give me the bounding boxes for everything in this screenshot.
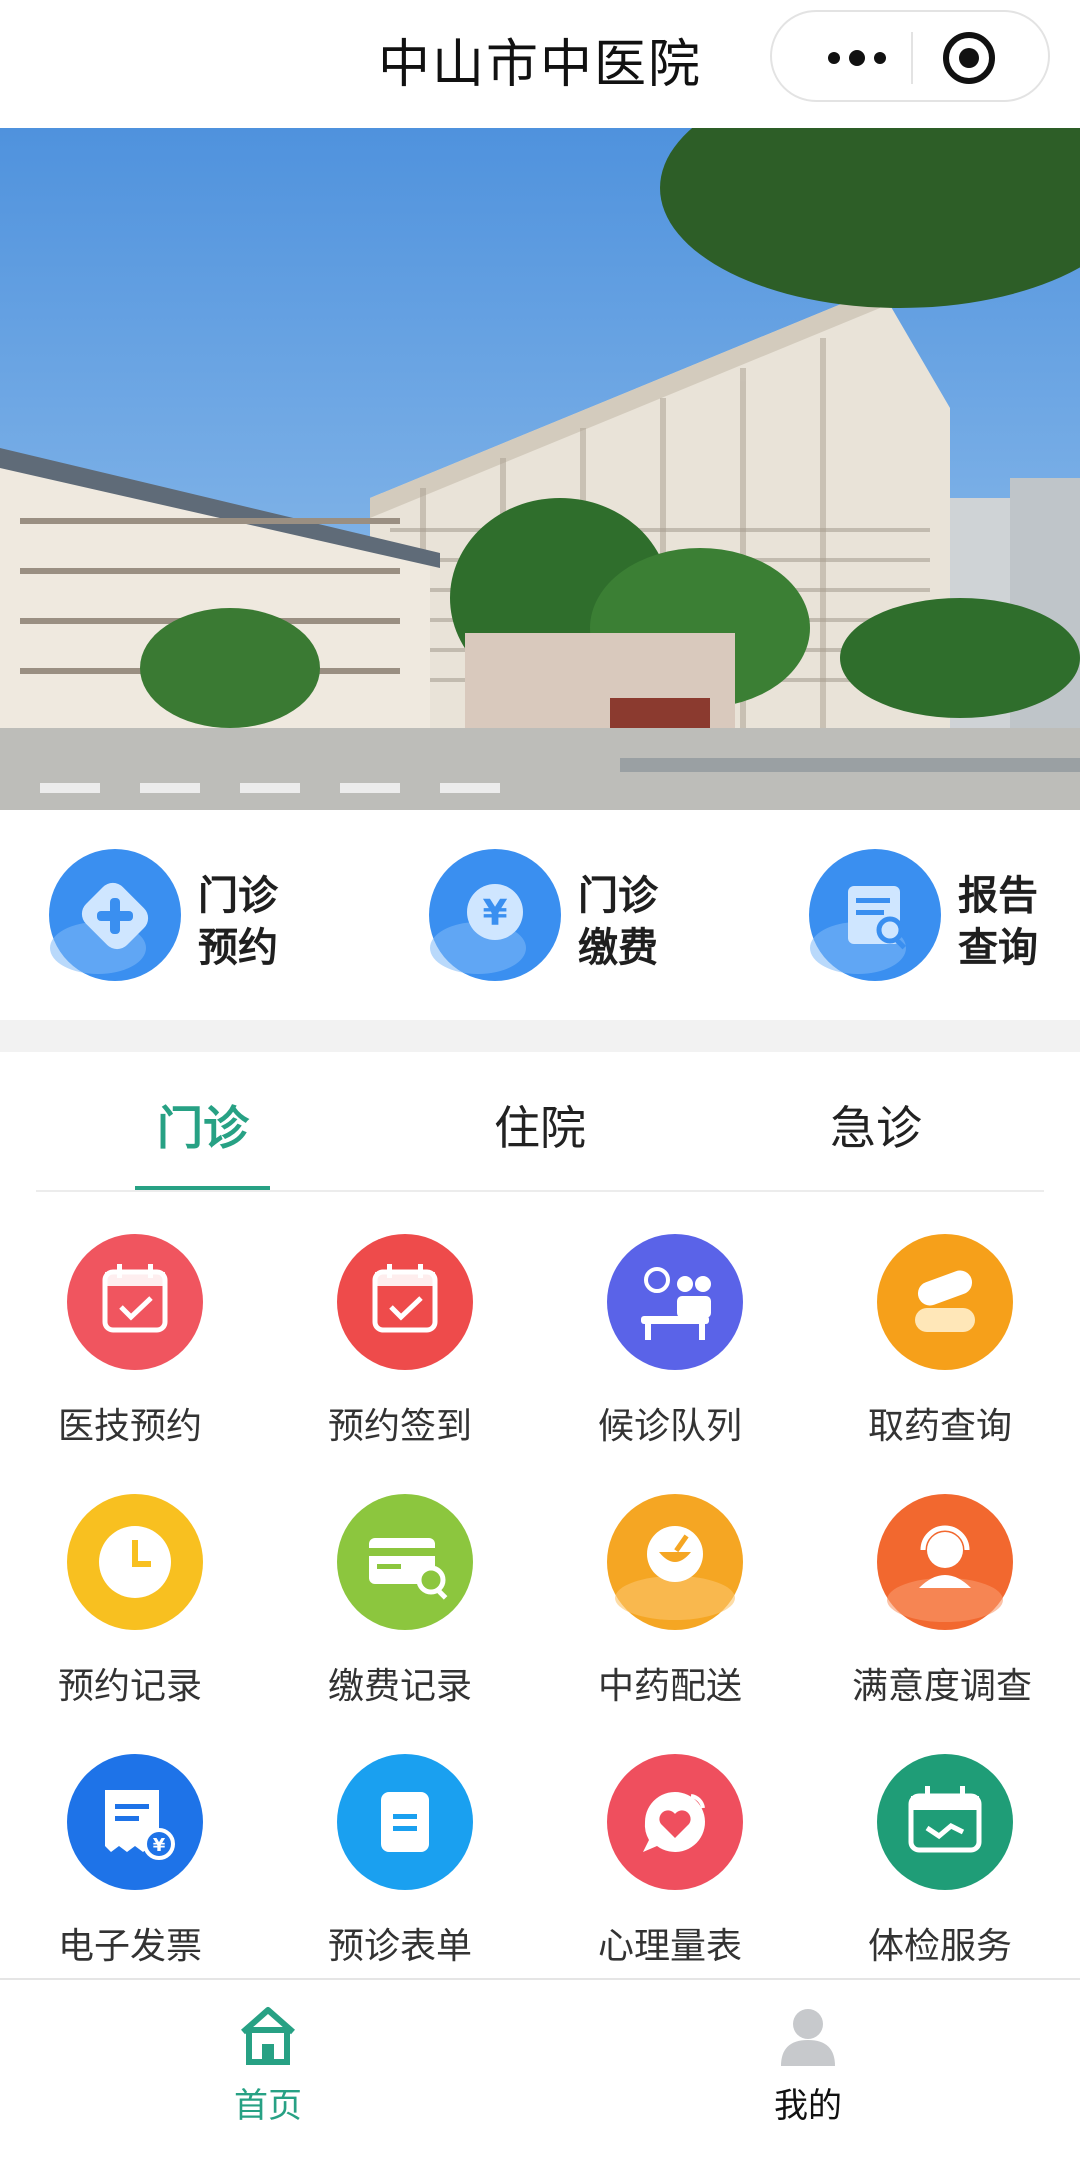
home-icon [241,2007,295,2065]
label-line2: 缴费 [578,925,658,971]
service-appointment-records[interactable]: 预约记录 [0,1452,270,1712]
service-payment-records[interactable]: 缴费记录 [270,1452,540,1712]
tab-emergency[interactable]: 急诊 [776,1092,976,1158]
label-line2: 查询 [958,925,1038,971]
section-divider [0,1020,1080,1052]
label-line2: 预约 [198,925,278,971]
service-waiting-queue[interactable]: 候诊队列 [540,1192,810,1452]
service-label: 候诊队列 [598,1406,743,1447]
service-label: 医技预约 [58,1406,203,1447]
checkup-calendar-icon [877,1754,1013,1890]
service-grid: 医技预约 预约签到 候诊队列 取药查询 预约记录 缴费记录 中药配送 满意度调查… [0,1192,1080,1982]
service-label: 电子发票 [58,1926,203,1967]
quick-action-outpatient-payment[interactable]: ¥ 门诊 缴费 [428,848,688,988]
quick-action-label: 门诊 缴费 [578,870,688,974]
plus-icon [49,849,181,981]
service-satisfaction-survey[interactable]: 满意度调查 [810,1452,1080,1712]
invoice-icon: ¥ [67,1754,203,1890]
service-label: 预诊表单 [328,1926,473,1967]
bottom-tab-bar: 首页 我的 [0,1978,1080,2162]
customer-service-icon [877,1494,1013,1630]
close-target-icon[interactable] [917,12,1022,104]
pills-icon [877,1234,1013,1370]
form-icon [337,1754,473,1890]
quick-action-label: 报告 查询 [958,870,1068,974]
heart-chat-icon [607,1754,743,1890]
herb-bowl-icon [607,1494,743,1630]
report-search-icon [809,849,941,981]
service-label: 心理量表 [598,1926,743,1967]
card-search-icon [337,1494,473,1630]
service-psychological-scale[interactable]: 心理量表 [540,1712,810,1972]
department-tabs: 门诊 住院 急诊 [0,1052,1080,1192]
service-medicine-pickup[interactable]: 取药查询 [810,1192,1080,1452]
user-icon [781,2009,835,2066]
miniprogram-capsule [770,10,1050,102]
quick-actions: 门诊 预约 ¥ 门诊 缴费 报告 查询 [0,810,1080,1020]
capsule-divider [911,32,913,84]
service-pre-diagnosis-form[interactable]: 预诊表单 [270,1712,540,1972]
clock-icon [67,1494,203,1630]
yuan-icon: ¥ [429,849,561,981]
service-physical-examination[interactable]: 体检服务 [810,1712,1080,1972]
more-icon[interactable] [802,12,907,104]
service-label: 预约记录 [58,1666,203,1707]
service-label: 中药配送 [598,1666,743,1707]
label-line1: 门诊 [578,873,658,919]
service-herbal-delivery[interactable]: 中药配送 [540,1452,810,1712]
quick-action-report-query[interactable]: 报告 查询 [808,848,1068,988]
calendar-check-icon [67,1234,203,1370]
service-label: 体检服务 [868,1926,1013,1967]
tabbar-home[interactable]: 首页 [168,2000,368,2140]
top-nav-bar: 中山市中医院 [0,0,1080,128]
calendar-check-icon [337,1234,473,1370]
service-label: 取药查询 [868,1406,1013,1447]
waiting-queue-icon [607,1234,743,1370]
service-medical-tech-appointment[interactable]: 医技预约 [0,1192,270,1452]
label-line1: 报告 [958,873,1038,919]
tabbar-label: 首页 [234,2086,302,2126]
service-label: 缴费记录 [328,1666,473,1707]
service-label: 满意度调查 [852,1666,1033,1707]
tab-outpatient[interactable]: 门诊 [103,1092,303,1158]
quick-action-label: 门诊 预约 [198,870,308,974]
tabbar-mine[interactable]: 我的 [708,2000,908,2140]
svg-text:¥: ¥ [482,893,507,934]
svg-text:¥: ¥ [153,1835,166,1856]
tab-inpatient[interactable]: 住院 [440,1092,640,1158]
service-appointment-checkin[interactable]: 预约签到 [270,1192,540,1452]
quick-action-outpatient-appointment[interactable]: 门诊 预约 [48,848,308,988]
label-line1: 门诊 [198,873,278,919]
hospital-banner-image [0,128,1080,810]
service-label: 预约签到 [328,1406,473,1447]
service-electronic-invoice[interactable]: ¥ 电子发票 [0,1712,270,1972]
tabbar-label: 我的 [774,2086,842,2126]
